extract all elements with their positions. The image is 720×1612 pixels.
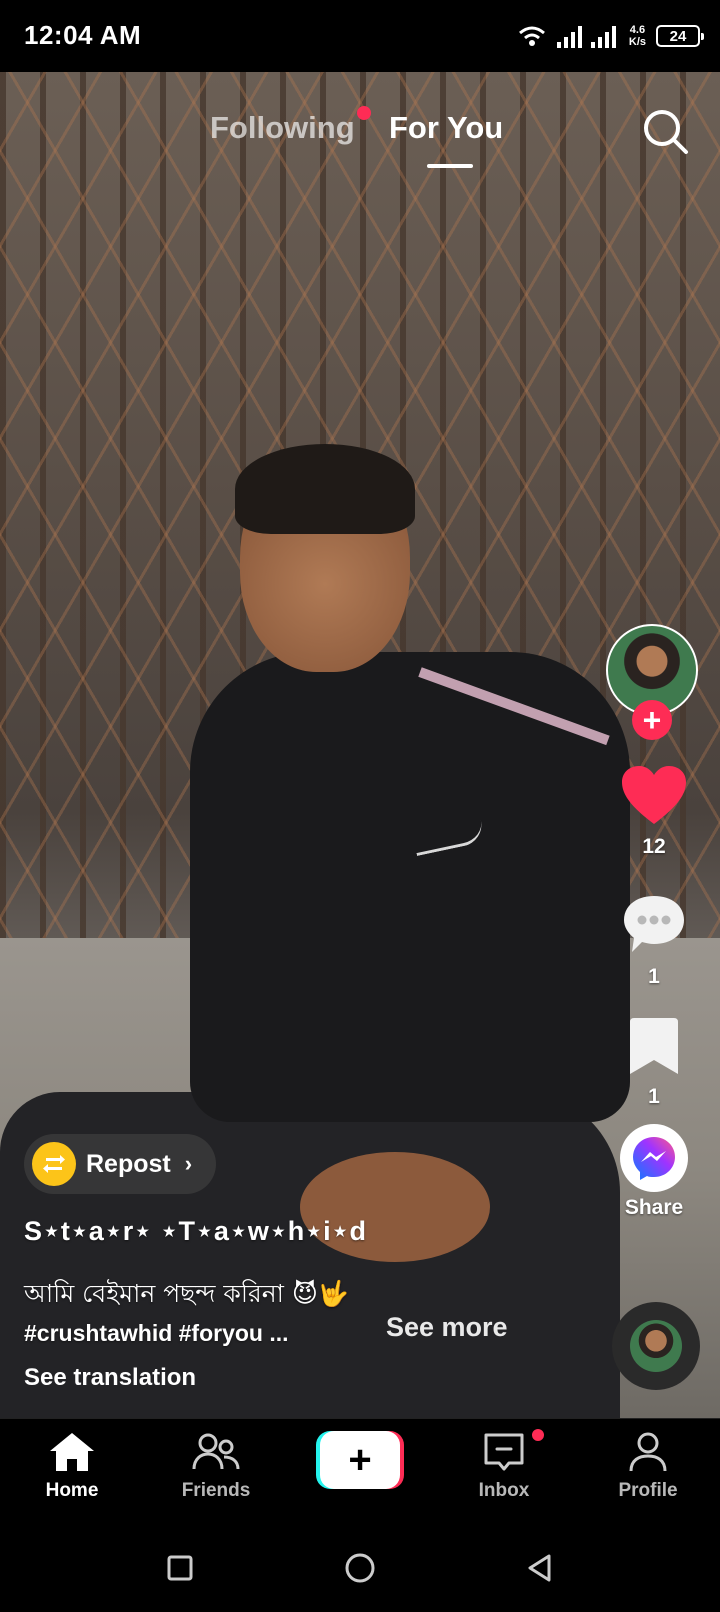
nav-profile-label: Profile [618,1480,678,1501]
tab-following[interactable]: Following [210,110,355,146]
nav-inbox[interactable]: Inbox [444,1431,564,1502]
chevron-right-icon: › [184,1151,193,1176]
plus-icon: + [348,1438,372,1482]
post-hashtags[interactable]: #crushtawhid #foryou ... [24,1320,289,1347]
search-button[interactable] [640,106,692,158]
status-bar: 12:04 AM 4.6 K/s 24 [0,0,720,72]
repost-label: Repost [86,1149,171,1178]
share-bubble [620,1124,688,1192]
see-more-link[interactable]: See more [386,1312,508,1343]
status-time: 12:04 AM [24,20,142,50]
messenger-icon [633,1137,675,1180]
creator-username[interactable]: S⋆t⋆a⋆r⋆ ⋆T⋆a⋆w⋆h⋆i⋆d [24,1216,367,1247]
status-icons: 4.6 K/s 24 [517,20,704,52]
active-tab-indicator [427,164,473,168]
speed-unit: K/s [628,36,646,48]
bottom-navigation: Home Friends + Inbox Profile [0,1418,720,1524]
back-button[interactable] [518,1546,562,1590]
following-notification-dot [357,106,371,120]
battery-icon: 24 [656,25,704,47]
repost-button[interactable]: Repost › [24,1134,217,1194]
signal-icon [556,26,616,48]
repost-icon [32,1142,76,1186]
search-icon [644,110,688,154]
share-button[interactable]: Share [604,1124,704,1220]
feed-tabs: Following For You [0,106,720,176]
system-navigation-bar [0,1524,720,1612]
profile-icon [629,1432,667,1472]
home-system-button[interactable] [338,1546,382,1590]
like-count: 12 [642,835,666,858]
nav-home-label: Home [45,1480,99,1501]
nav-friends-label: Friends [181,1480,251,1501]
circle-icon [345,1553,375,1583]
network-speed: 4.6 K/s [629,24,646,48]
comment-button[interactable]: 1 [604,892,704,989]
share-label: Share [624,1196,684,1219]
inbox-notification-dot [530,1427,546,1443]
post-caption: আমি বেইমান পছন্দ করিনা 😈🤟 [24,1279,350,1308]
follow-button[interactable]: + [632,700,672,740]
tab-for-you[interactable]: For You [389,110,503,146]
heart-icon [622,766,686,824]
see-translation-link[interactable]: See translation [24,1364,196,1392]
music-disc-cover [630,1320,682,1372]
nav-home[interactable]: Home [12,1431,132,1502]
music-disc-button[interactable] [612,1302,700,1390]
creator-avatar-button[interactable]: + [604,624,700,740]
plus-icon: + [642,702,662,738]
nav-friends[interactable]: Friends [156,1431,276,1502]
speed-value: 4.6 [629,24,646,36]
comment-icon [624,896,684,952]
inbox-icon [484,1433,524,1471]
favorite-count: 1 [648,1085,660,1108]
nav-profile[interactable]: Profile [588,1431,708,1502]
back-triangle-icon [528,1554,551,1582]
battery-level: 24 [669,27,687,45]
comment-count: 1 [648,965,660,988]
nav-inbox-label: Inbox [478,1480,530,1501]
recents-button[interactable] [158,1546,202,1590]
home-icon [50,1433,94,1471]
favorite-button[interactable]: 1 [604,1016,704,1109]
bookmark-icon [630,1018,678,1074]
create-button[interactable]: + [316,1431,404,1489]
square-icon [167,1555,193,1581]
like-button[interactable]: 12 [604,764,704,859]
wifi-icon [518,26,545,46]
friends-icon [192,1433,240,1470]
